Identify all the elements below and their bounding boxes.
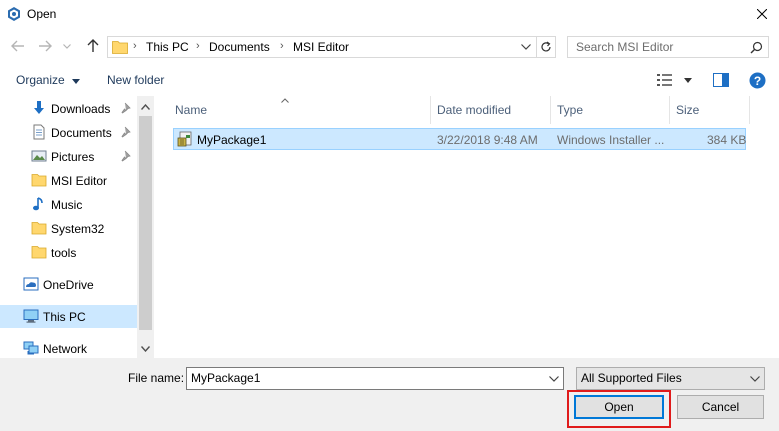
file-size: 384 KB	[707, 133, 747, 147]
preview-pane-button[interactable]	[713, 73, 731, 89]
pin-icon	[121, 126, 131, 138]
pin-icon	[121, 150, 131, 162]
chevron-down-icon	[750, 375, 760, 382]
sidebar-item-onedrive[interactable]: OneDrive	[0, 273, 137, 296]
sidebar-item-documents[interactable]: Documents	[0, 121, 137, 144]
forward-button[interactable]	[35, 36, 55, 56]
search-icon	[750, 41, 763, 54]
breadcrumb-msi-editor[interactable]: MSI Editor	[293, 40, 349, 54]
refresh-icon	[541, 41, 551, 52]
help-icon: ?	[749, 72, 766, 89]
refresh-button[interactable]	[536, 37, 555, 57]
view-options-button[interactable]	[656, 73, 696, 89]
svg-text:?: ?	[754, 74, 761, 88]
app-logo-icon	[8, 7, 20, 21]
pictures-icon	[31, 150, 47, 162]
sidebar-item-msi-editor[interactable]: MSI Editor	[0, 169, 137, 192]
window-title: Open	[27, 7, 57, 21]
file-type-filter[interactable]: All Supported Files	[576, 367, 765, 390]
sidebar-item-downloads[interactable]: Downloads	[0, 97, 137, 120]
recent-locations-button[interactable]	[60, 36, 74, 56]
address-dropdown-button[interactable]	[517, 37, 535, 57]
column-header-date-modified[interactable]: Date modified	[431, 96, 551, 124]
sort-ascending-icon	[281, 95, 289, 105]
scrollbar-thumb[interactable]	[139, 116, 152, 330]
navigation-pane-scrollbar[interactable]	[137, 96, 154, 358]
column-header-size[interactable]: Size	[670, 96, 750, 124]
file-name-field[interactable]: MyPackage1	[186, 367, 564, 390]
organize-button[interactable]: Organize	[16, 73, 81, 87]
file-name: MyPackage1	[197, 133, 267, 147]
file-type-filter-value: All Supported Files	[581, 371, 682, 385]
chevron-down-icon	[72, 79, 81, 84]
address-bar[interactable]: › This PC › Documents › MSI Editor	[107, 36, 556, 58]
navigation-pane: Downloads Documents Pictures MSI Editor	[0, 96, 156, 358]
music-icon	[33, 197, 43, 211]
file-name-label: File name:	[128, 371, 185, 385]
column-header-type[interactable]: Type	[551, 96, 670, 124]
breadcrumb-this-pc[interactable]: This PC	[146, 40, 189, 54]
download-icon	[34, 101, 44, 114]
navigation-row: › This PC › Documents › MSI Editor Searc…	[0, 33, 779, 61]
column-header-name[interactable]: Name	[169, 96, 431, 124]
view-options-icon	[657, 74, 672, 86]
back-arrow-icon	[11, 40, 24, 52]
folder-icon	[112, 41, 128, 54]
sidebar-item-system32[interactable]: System32	[0, 217, 137, 240]
sidebar-item-network[interactable]: Network	[0, 337, 137, 358]
pin-icon	[121, 102, 131, 114]
onedrive-icon	[23, 277, 39, 291]
documents-icon	[33, 124, 45, 140]
close-icon	[757, 9, 767, 19]
sidebar-item-pictures[interactable]: Pictures	[0, 145, 137, 168]
chevron-down-icon	[521, 44, 531, 50]
file-name-dropdown-button[interactable]	[545, 368, 563, 389]
folder-icon	[31, 246, 47, 259]
scroll-down-button[interactable]	[137, 340, 154, 357]
chevron-down-icon	[63, 43, 71, 49]
sidebar-item-tools[interactable]: tools	[0, 241, 137, 264]
folder-icon	[31, 174, 47, 187]
chevron-up-icon	[141, 103, 150, 110]
sidebar-item-music[interactable]: Music	[0, 193, 137, 216]
chevron-down-icon	[141, 345, 150, 352]
cancel-button[interactable]: Cancel	[677, 395, 764, 419]
file-name-value: MyPackage1	[191, 371, 261, 385]
chevron-down-icon	[549, 375, 559, 382]
folder-icon	[31, 222, 47, 235]
up-button[interactable]	[83, 36, 103, 56]
close-button[interactable]	[745, 0, 779, 28]
file-date-modified: 3/22/2018 9:48 AM	[437, 133, 538, 147]
command-bar: Organize New folder ?	[0, 66, 779, 96]
up-arrow-icon	[87, 39, 99, 52]
search-box[interactable]: Search MSI Editor	[567, 36, 769, 58]
sidebar-item-this-pc[interactable]: This PC	[0, 305, 137, 328]
title-bar: Open	[0, 0, 779, 28]
breadcrumb-documents[interactable]: Documents	[209, 40, 270, 54]
scroll-up-button[interactable]	[137, 98, 154, 115]
file-type: Windows Installer ...	[557, 133, 665, 147]
new-folder-button[interactable]: New folder	[107, 73, 164, 87]
annotation-highlight-box	[567, 390, 671, 428]
file-list: Name Date modified Type Size MyPackage1 …	[156, 96, 779, 358]
file-row[interactable]: MyPackage1 3/22/2018 9:48 AM Windows Ins…	[173, 128, 746, 150]
search-input[interactable]: Search MSI Editor	[576, 40, 673, 54]
forward-arrow-icon	[39, 40, 52, 52]
help-button[interactable]: ?	[749, 72, 767, 90]
network-icon	[23, 341, 39, 355]
computer-icon	[23, 309, 39, 323]
chevron-down-icon	[684, 78, 692, 83]
msi-package-icon	[177, 131, 192, 147]
preview-pane-icon	[713, 73, 729, 87]
back-button[interactable]	[8, 36, 28, 56]
file-type-dropdown-button[interactable]	[746, 368, 764, 389]
